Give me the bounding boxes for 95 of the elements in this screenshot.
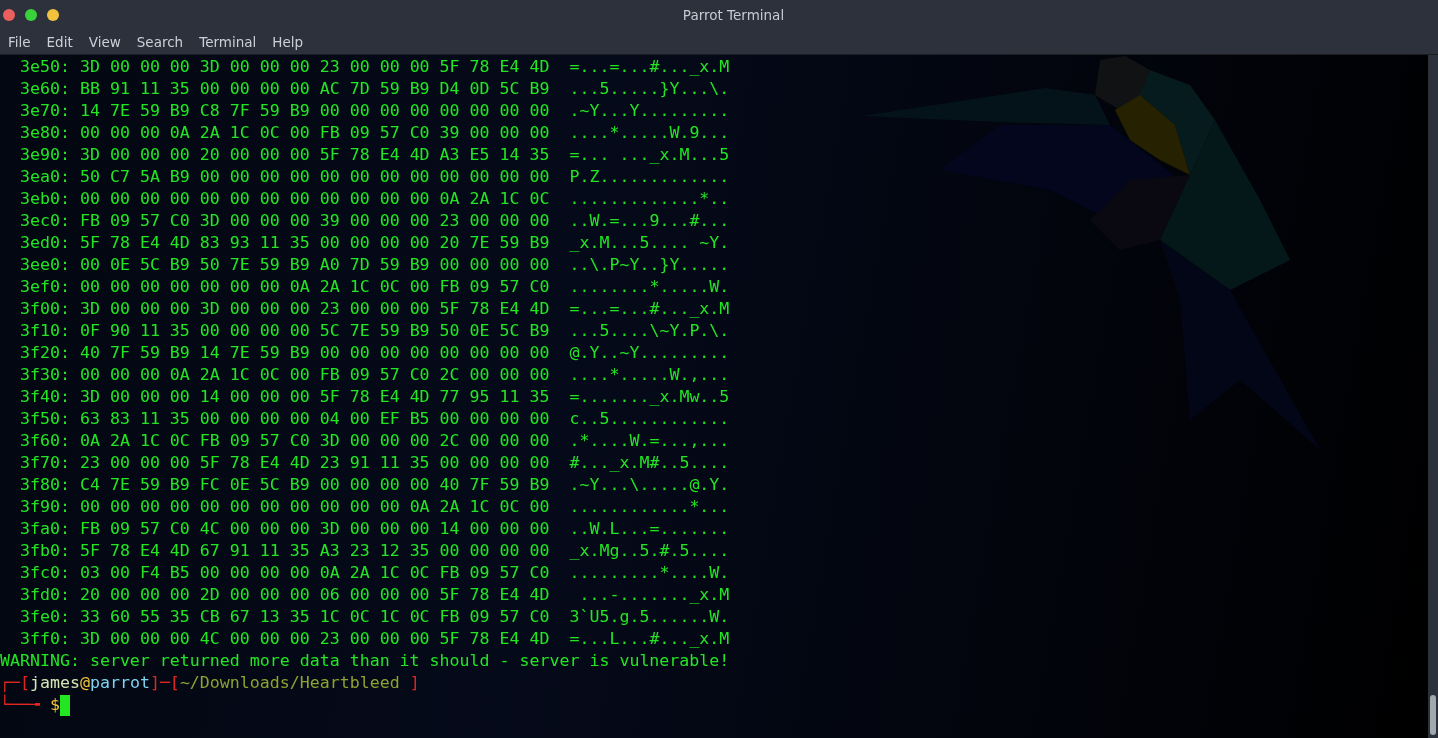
hex-bytes: 00 00 00 0A 2A 1C 0C 00 FB 09 57 C0 2C 00 00 00	[79, 364, 550, 386]
hex-bytes: 3D 00 00 00 3D 00 00 00 23 00 00 00 5F 78 E4 4D	[79, 298, 550, 320]
ascii-text: #..._x.M#..5....	[569, 452, 730, 474]
menu-item[interactable]: Search	[128, 31, 192, 53]
hex-bytes: 40 7F 59 B9 14 7E 59 B9 00 00 00 00 00 00 00 00	[79, 342, 550, 364]
offset-label: 3e70:	[20, 100, 70, 122]
ascii-text: _x.M...5.... ~Y.	[569, 232, 730, 254]
ascii-text: P.Z.............	[569, 166, 730, 188]
hex-bytes: 00 00 00 00 00 00 00 00 00 00 00 0A 2A 1C 0C 00	[79, 496, 550, 518]
ascii-text: ..W.=...9...#...	[569, 210, 730, 232]
ascii-text: ...5.....}Y...\.	[569, 78, 730, 100]
hex-bytes: 3D 00 00 00 14 00 00 00 5F 78 E4 4D 77 95 11 35	[79, 386, 550, 408]
hex-bytes: 00 00 00 00 00 00 00 0A 2A 1C 0C 00 FB 09 57 C0	[79, 276, 550, 298]
hex-bytes: 0F 90 11 35 00 00 00 00 5C 7E 59 B9 50 0E 5C B9	[79, 320, 550, 342]
hex-bytes: 5F 78 E4 4D 83 93 11 35 00 00 00 00 20 7E 59 B9	[79, 232, 550, 254]
offset-label: 3f90:	[20, 496, 70, 518]
hex-bytes: 03 00 F4 B5 00 00 00 00 0A 2A 1C 0C FB 09 57 C0	[79, 562, 550, 584]
ascii-text: .........*....W.	[569, 562, 730, 584]
hex-bytes: 23 00 00 00 5F 78 E4 4D 23 91 11 35 00 00 00 00	[79, 452, 550, 474]
prompt-symbol: └──╼ $	[0, 694, 60, 716]
close-button[interactable]	[3, 9, 15, 21]
offset-label: 3eb0:	[20, 188, 70, 210]
offset-label: 3e50:	[20, 56, 70, 78]
hex-bytes: 3D 00 00 00 3D 00 00 00 23 00 00 00 5F 78 E4 4D	[79, 56, 550, 78]
hex-bytes: 0A 2A 1C 0C FB 09 57 C0 3D 00 00 00 2C 00 00 00	[79, 430, 550, 452]
offset-label: 3f60:	[20, 430, 70, 452]
hex-bytes: 00 00 00 0A 2A 1C 0C 00 FB 09 57 C0 39 00 00 00	[79, 122, 550, 144]
offset-label: 3ea0:	[20, 166, 70, 188]
ascii-text: ........*.....W.	[569, 276, 730, 298]
window-title: Parrot Terminal	[681, 7, 786, 23]
ascii-text: =...=...#..._x.M	[569, 56, 730, 78]
offset-label: 3ee0:	[20, 254, 70, 276]
offset-label: 3f20:	[20, 342, 70, 364]
hex-bytes: 3D 00 00 00 20 00 00 00 5F 78 E4 4D A3 E5 14 35	[79, 144, 550, 166]
offset-label: 3e80:	[20, 122, 70, 144]
offset-label: 3ff0:	[20, 628, 70, 650]
hex-bytes: 33 60 55 35 CB 67 13 35 1C 0C 1C 0C FB 09 57 C0	[79, 606, 550, 628]
ascii-text: .~Y...Y.........	[569, 100, 730, 122]
offset-label: 3f00:	[20, 298, 70, 320]
offset-label: 3f30:	[20, 364, 70, 386]
hex-bytes: 63 83 11 35 00 00 00 00 04 00 EF B5 00 00 00 00	[79, 408, 550, 430]
menu-item[interactable]: Help	[264, 31, 312, 53]
menu-item[interactable]: Edit	[38, 31, 81, 53]
ascii-text: =... ..._x.M...5	[569, 144, 730, 166]
warning-message: WARNING: server returned more data than it should - server is vulnerable!	[0, 650, 730, 672]
minimize-button[interactable]	[47, 9, 59, 21]
hex-bytes: 3D 00 00 00 4C 00 00 00 23 00 00 00 5F 78 E4 4D	[79, 628, 550, 650]
maximize-button[interactable]	[25, 9, 37, 21]
offset-label: 3fb0:	[20, 540, 70, 562]
hex-bytes: 20 00 00 00 2D 00 00 00 06 00 00 00 5F 78 E4 4D	[79, 584, 550, 606]
offset-label: 3fa0:	[20, 518, 70, 540]
menu-item[interactable]: File	[0, 31, 39, 53]
scrollbar-thumb[interactable]	[1430, 695, 1436, 735]
ascii-text: @.Y..~Y.........	[569, 342, 730, 364]
hex-bytes: 5F 78 E4 4D 67 91 11 35 A3 23 12 35 00 00 00 00	[79, 540, 550, 562]
ascii-text: =......._x.Mw..5	[569, 386, 730, 408]
ascii-text: =...L...#..._x.M	[569, 628, 730, 650]
ascii-text: .*....W.=...,...	[569, 430, 730, 452]
hex-bytes: 00 00 00 00 00 00 00 00 00 00 00 00 0A 2A 1C 0C	[79, 188, 550, 210]
ascii-text: ..\.P~Y..}Y.....	[569, 254, 730, 276]
offset-label: 3f80:	[20, 474, 70, 496]
hex-bytes: FB 09 57 C0 4C 00 00 00 3D 00 00 00 14 00 00 00	[79, 518, 550, 540]
ascii-text: .............*..	[569, 188, 730, 210]
offset-label: 3f50:	[20, 408, 70, 430]
ascii-text: _x.Mg..5.#.5....	[569, 540, 730, 562]
hex-bytes: 00 0E 5C B9 50 7E 59 B9 A0 7D 59 B9 00 00 00 00	[79, 254, 550, 276]
hex-bytes: FB 09 57 C0 3D 00 00 00 39 00 00 00 23 00 00 00	[79, 210, 550, 232]
offset-label: 3f10:	[20, 320, 70, 342]
offset-label: 3e60:	[20, 78, 70, 100]
hex-bytes: BB 91 11 35 00 00 00 00 AC 7D 59 B9 D4 0D 5C B9	[79, 78, 550, 100]
hex-bytes: C4 7E 59 B9 FC 0E 5C B9 00 00 00 00 40 7F 59 B9	[79, 474, 550, 496]
ascii-text: ....*.....W.9...	[569, 122, 730, 144]
ascii-text: ....*.....W.,...	[569, 364, 730, 386]
ascii-text: ...5....\~Y.P.\.	[569, 320, 730, 342]
offset-label: 3fe0:	[20, 606, 70, 628]
offset-label: 3ef0:	[20, 276, 70, 298]
ascii-text: .~Y...\.....@.Y.	[569, 474, 730, 496]
ascii-text: =...=...#..._x.M	[569, 298, 730, 320]
offset-label: 3e90:	[20, 144, 70, 166]
offset-label: 3fc0:	[20, 562, 70, 584]
offset-label: 3fd0:	[20, 584, 70, 606]
hex-bytes: 50 C7 5A B9 00 00 00 00 00 00 00 00 00 00 00 00	[79, 166, 550, 188]
offset-label: 3f70:	[20, 452, 70, 474]
offset-label: 3f40:	[20, 386, 70, 408]
ascii-text: ...-......._x.M	[578, 584, 730, 606]
prompt-line: ┌─[james@parrot]─[~/Downloads/Heartbleed ]	[0, 672, 420, 694]
menu-item[interactable]: View	[80, 31, 129, 53]
menu-item[interactable]: Terminal	[191, 31, 265, 53]
offset-label: 3ec0:	[20, 210, 70, 232]
ascii-text: ..W.L...=.......	[569, 518, 730, 540]
hex-bytes: 14 7E 59 B9 C8 7F 59 B9 00 00 00 00 00 00 00 00	[79, 100, 550, 122]
ascii-text: c..5............	[569, 408, 730, 430]
offset-label: 3ed0:	[20, 232, 70, 254]
ascii-text: ............*...	[569, 496, 730, 518]
ascii-text: 3`U5.g.5......W.	[569, 606, 730, 628]
